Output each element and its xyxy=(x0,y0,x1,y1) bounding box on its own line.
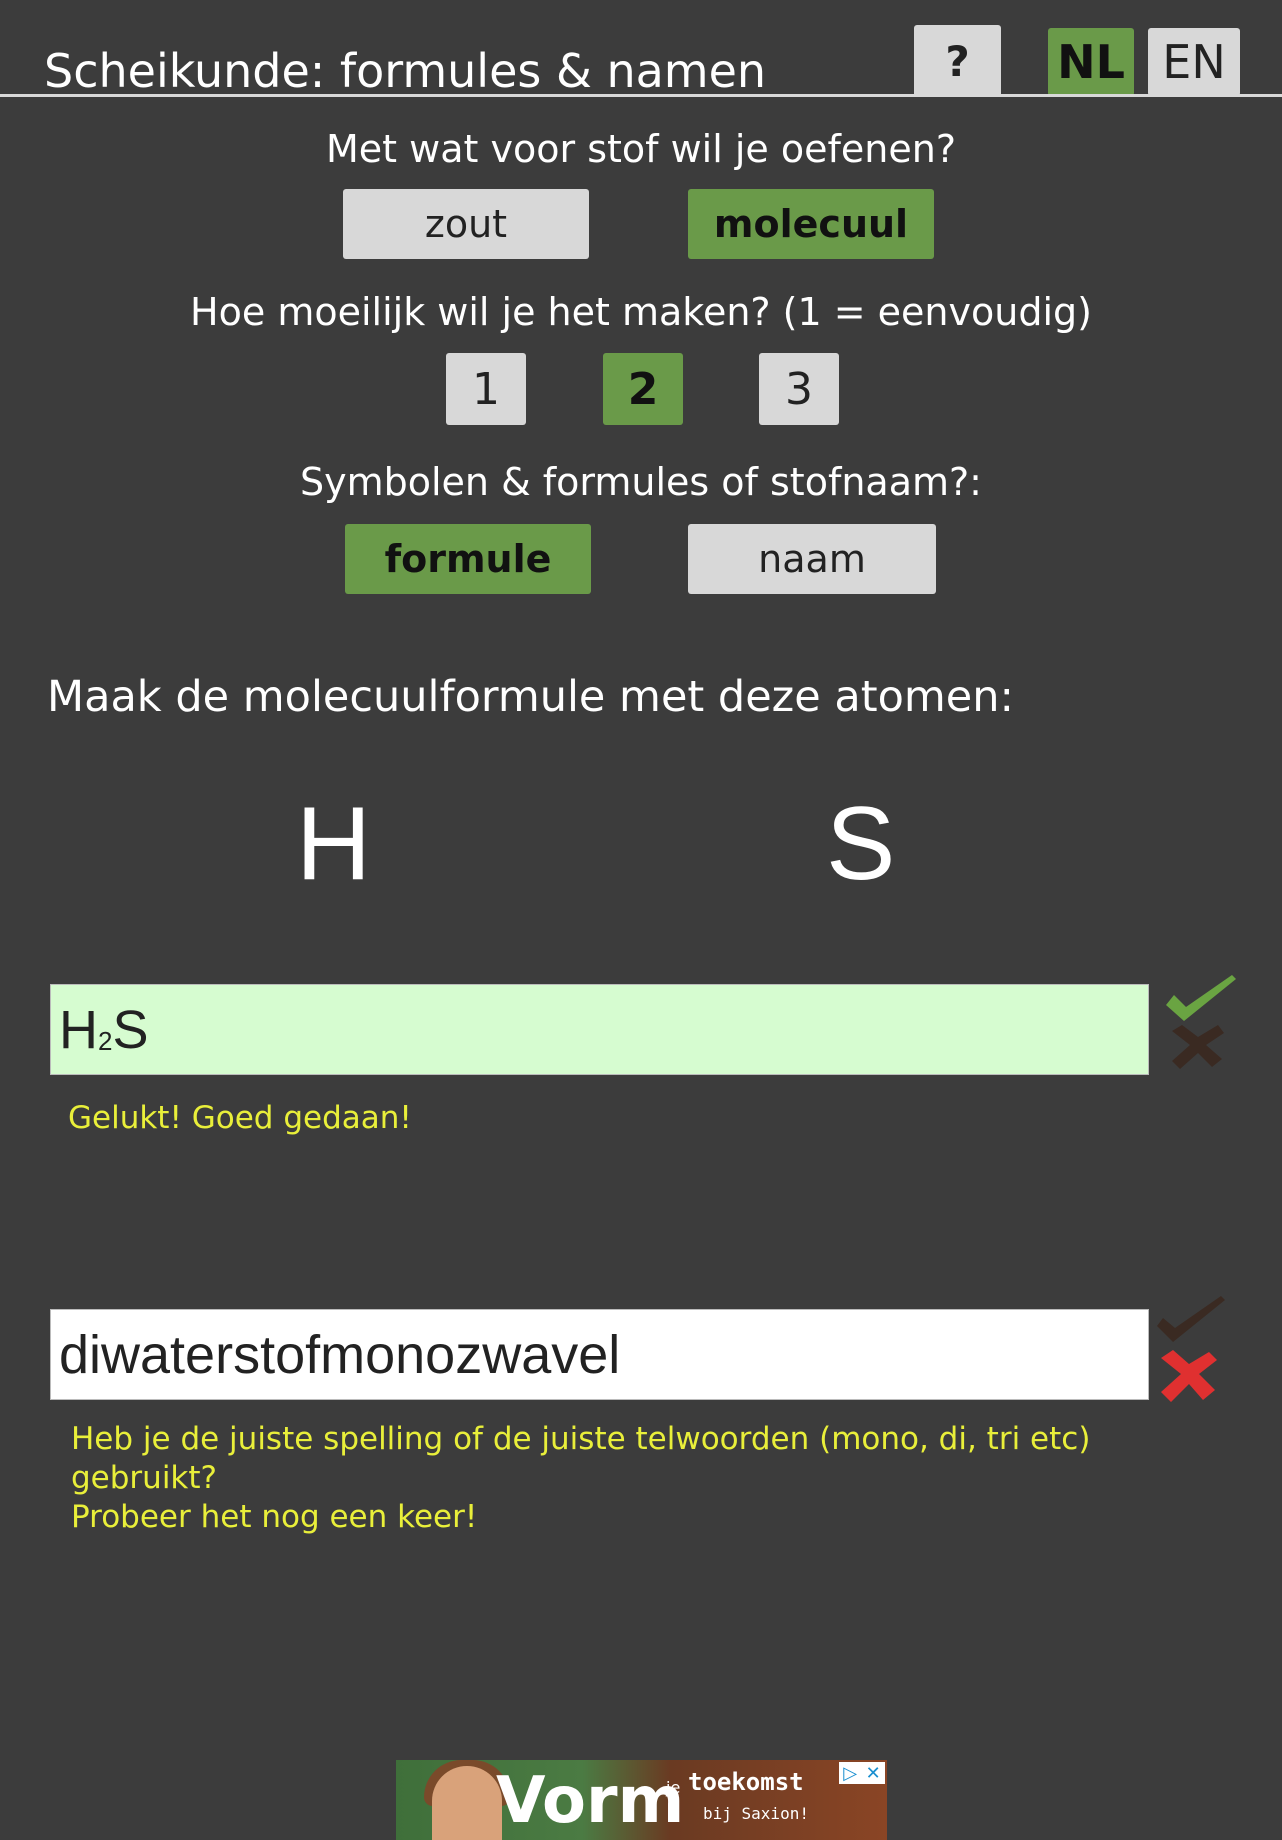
name-feedback-line: gebruikt? xyxy=(71,1460,217,1496)
mode-question: Symbolen & formules of stofnaam?: xyxy=(300,460,982,504)
exercise-instruction: Maak de molecuulformule met deze atomen: xyxy=(47,672,1014,722)
ad-info-icon[interactable]: ▷ xyxy=(843,1763,857,1784)
check-icon xyxy=(1166,975,1236,1021)
ad-person-face xyxy=(432,1766,502,1840)
ad-line-1: toekomst xyxy=(688,1768,804,1796)
ad-choices-icon[interactable]: ▷ ✕ xyxy=(839,1762,885,1784)
language-en-button[interactable]: EN xyxy=(1148,28,1240,96)
name-status-icons xyxy=(1157,1296,1225,1402)
ad-close-icon[interactable]: ✕ xyxy=(866,1763,881,1784)
formula-feedback: Gelukt! Goed gedaan! xyxy=(68,1100,412,1136)
option-molecuul-button[interactable]: molecuul xyxy=(688,189,934,259)
difficulty-question: Hoe moeilijk wil je het maken? (1 = eenv… xyxy=(190,290,1092,334)
atom-symbol: S xyxy=(826,786,896,902)
name-feedback-line: Heb je de juiste spelling of de juiste t… xyxy=(71,1421,1091,1457)
atom-symbol: H xyxy=(296,786,372,902)
mode-formule-button[interactable]: formule xyxy=(345,524,591,594)
cross-icon xyxy=(1161,1350,1217,1402)
formula-status-icons xyxy=(1166,975,1236,1069)
language-nl-button[interactable]: NL xyxy=(1048,28,1134,96)
check-icon xyxy=(1157,1296,1225,1342)
header-divider xyxy=(0,94,1282,97)
page-title: Scheikunde: formules & namen xyxy=(44,44,767,98)
formula-answer-input[interactable]: H2S xyxy=(50,984,1149,1075)
formula-answer-main: H xyxy=(59,999,98,1060)
difficulty-1-button[interactable]: 1 xyxy=(446,353,526,425)
cross-icon xyxy=(1172,1025,1224,1069)
formula-answer-end: S xyxy=(112,999,149,1060)
option-zout-button[interactable]: zout xyxy=(343,189,589,259)
ad-small-text: je xyxy=(666,1778,681,1797)
formula-answer-subscript: 2 xyxy=(98,1026,113,1056)
advertisement-banner[interactable]: Vorm je toekomst bij Saxion! ▷ ✕ xyxy=(396,1760,887,1840)
ad-line-2: bij Saxion! xyxy=(703,1804,809,1823)
substance-question: Met wat voor stof wil je oefenen? xyxy=(326,127,956,171)
difficulty-3-button[interactable]: 3 xyxy=(759,353,839,425)
mode-naam-button[interactable]: naam xyxy=(688,524,936,594)
name-feedback-line: Probeer het nog een keer! xyxy=(71,1499,478,1535)
help-button[interactable]: ? xyxy=(914,25,1001,97)
name-answer-input[interactable]: diwaterstofmonozwavel xyxy=(50,1309,1149,1400)
difficulty-2-button[interactable]: 2 xyxy=(603,353,683,425)
ad-main-text: Vorm xyxy=(496,1764,685,1838)
